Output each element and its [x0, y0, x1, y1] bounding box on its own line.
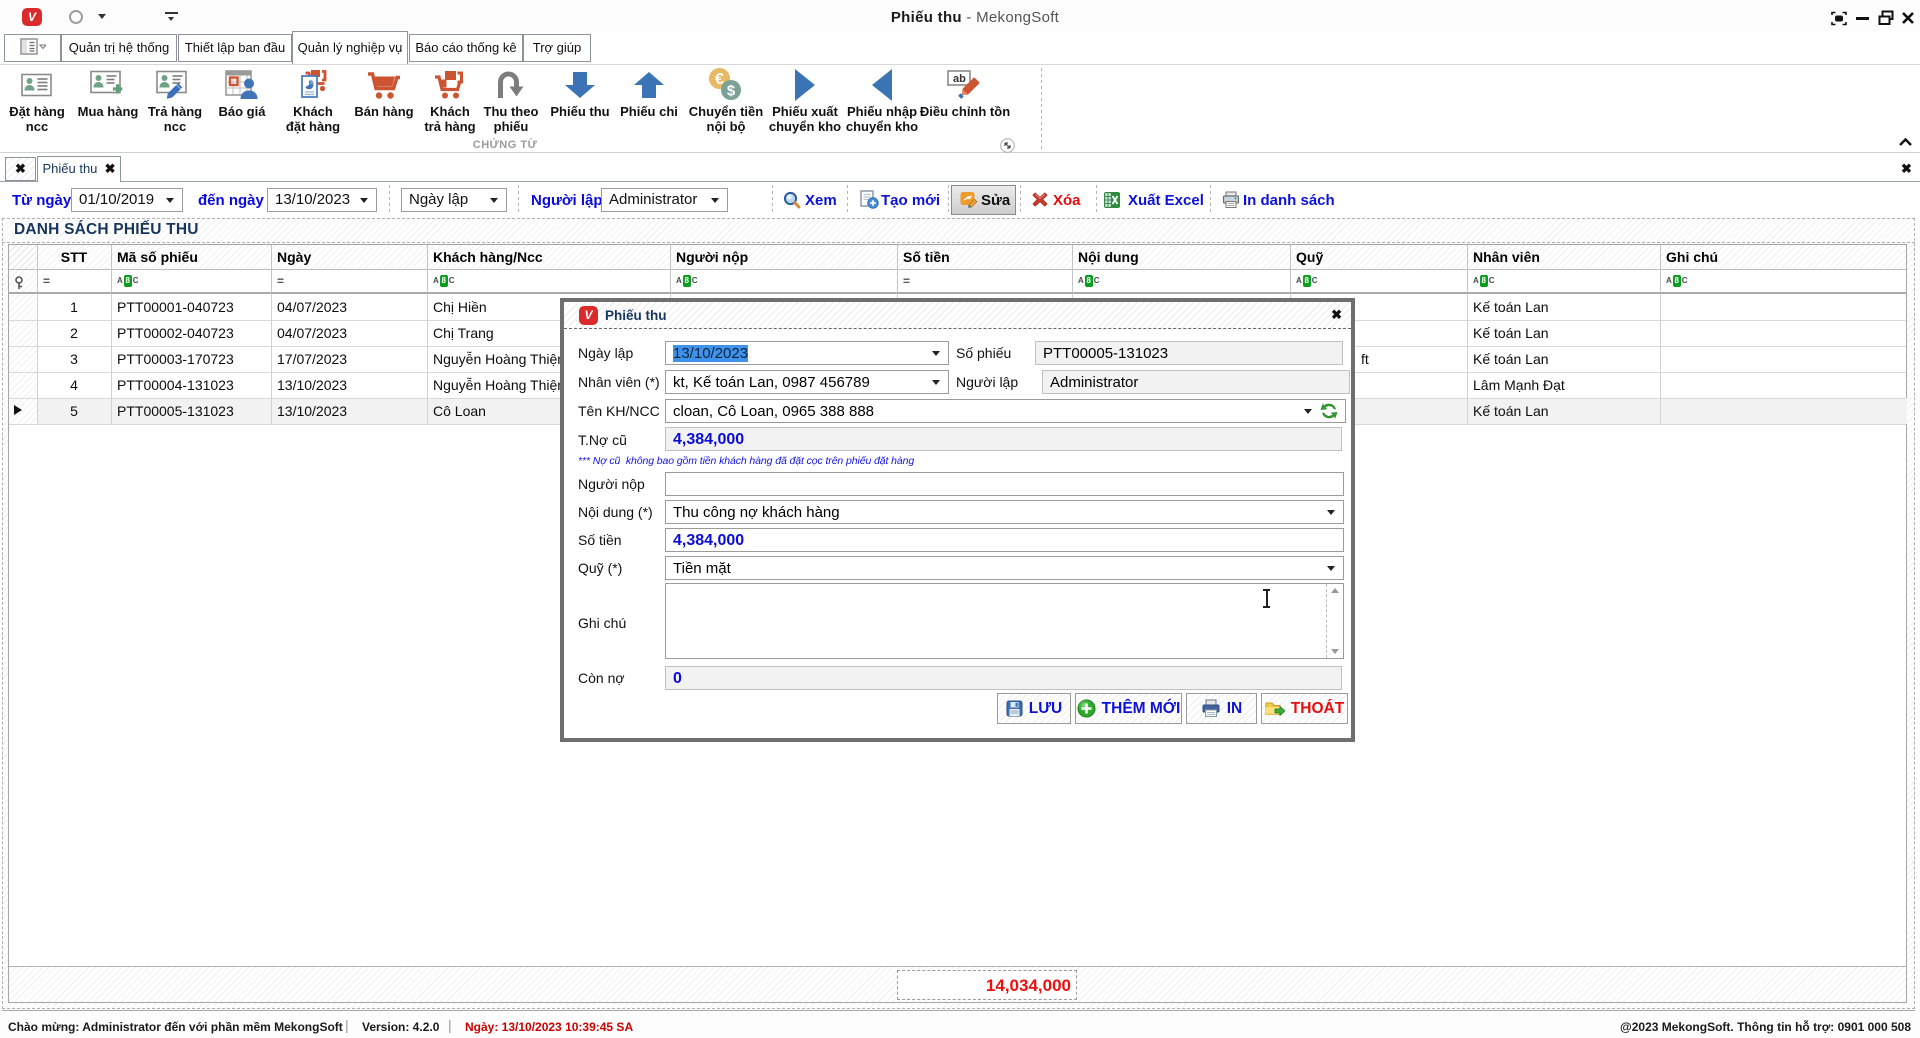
svg-text:$: $ — [727, 83, 736, 100]
svg-text:ab: ab — [953, 73, 966, 85]
